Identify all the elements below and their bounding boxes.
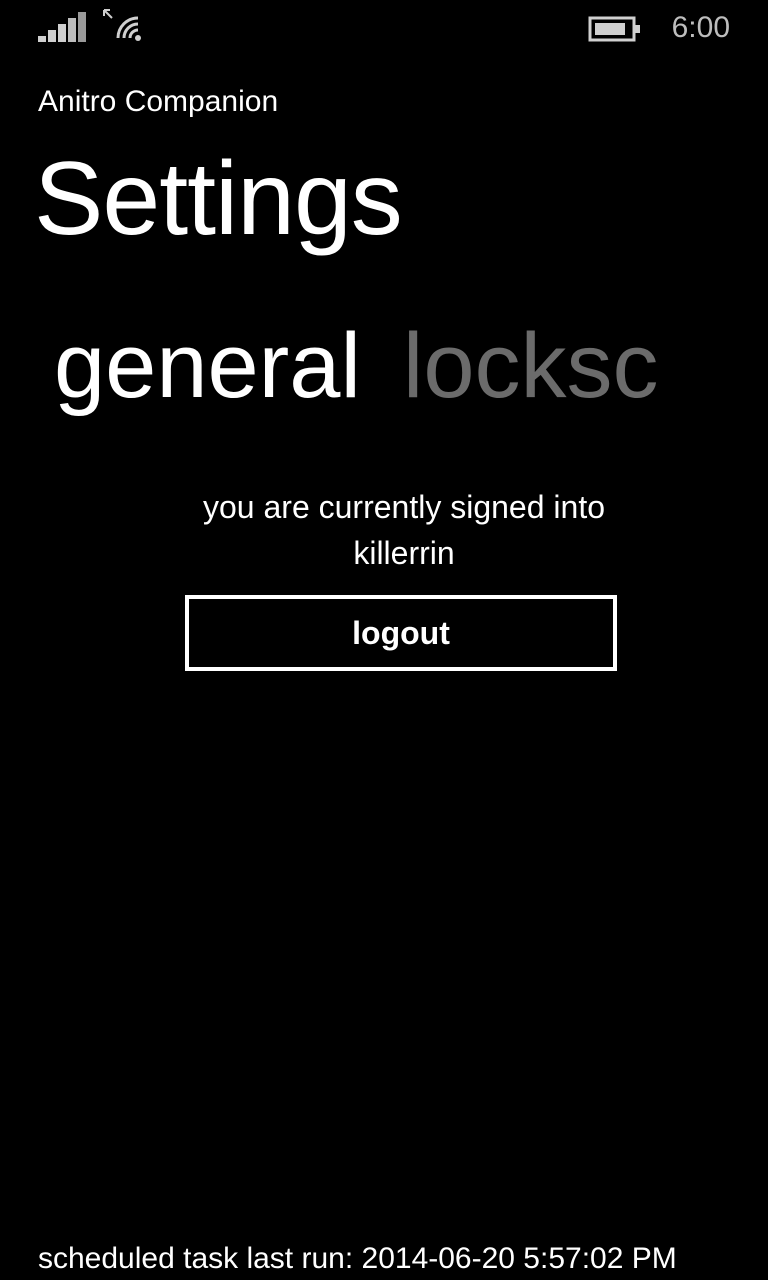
cellular-signal-icon [38,12,86,42]
tab-general[interactable]: general [54,306,361,426]
scheduled-task-status: scheduled task last run: 2014-06-20 5:57… [38,1242,677,1275]
signin-status: you are currently signed into killerrin [84,484,724,576]
tab-lockscreen[interactable]: locksc [403,306,659,426]
signed-in-username: killerrin [353,535,455,571]
signin-message: you are currently signed into [203,489,605,525]
status-clock: 6:00 [671,11,730,44]
app-title: Anitro Companion [38,85,279,118]
page-title: Settings [34,141,403,257]
battery-icon [588,16,640,42]
status-bar: 6:00 [0,0,768,56]
wifi-icon [103,9,141,41]
pivot-header: general locksc [54,306,768,426]
logout-button[interactable]: logout [185,595,617,671]
